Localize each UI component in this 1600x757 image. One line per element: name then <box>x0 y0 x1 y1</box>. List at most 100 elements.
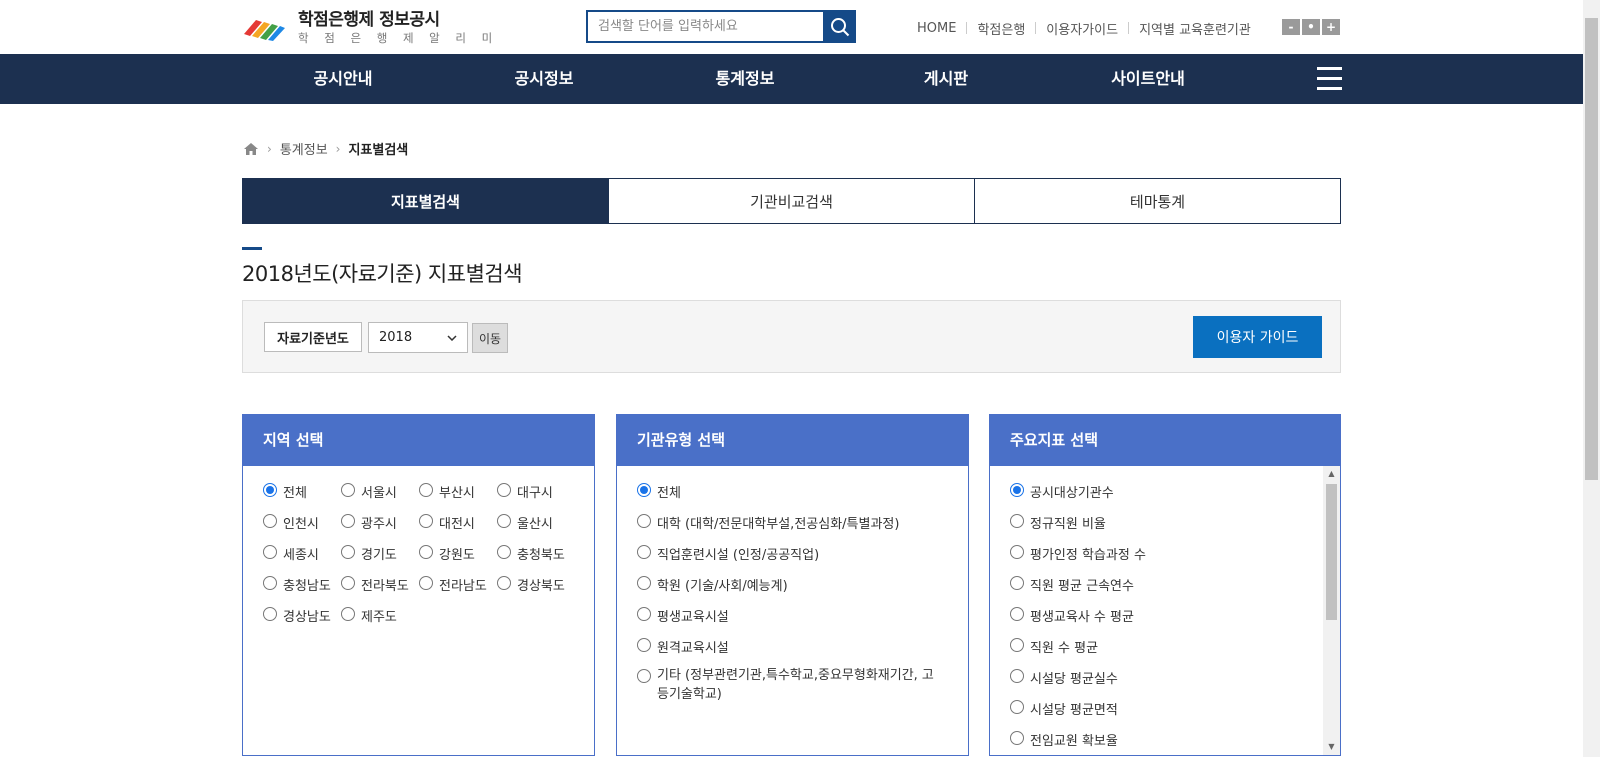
institution-type-option[interactable]: 대학 (대학/전문대학부설,전공심화/특별과정) <box>637 513 899 532</box>
region-option[interactable]: 부산시 <box>419 482 475 501</box>
radio-button[interactable] <box>341 576 355 590</box>
radio-button[interactable] <box>1010 700 1024 714</box>
zoom-in-button[interactable]: + <box>1322 19 1340 35</box>
region-option[interactable]: 광주시 <box>341 513 397 532</box>
go-button[interactable]: 이동 <box>472 323 508 353</box>
region-option[interactable]: 강원도 <box>419 544 475 563</box>
radio-button[interactable] <box>263 483 277 497</box>
radio-button[interactable] <box>637 669 651 683</box>
nav-item-statistics[interactable]: 통계정보 <box>716 54 775 104</box>
radio-button[interactable] <box>637 514 651 528</box>
option-label: 부산시 <box>439 486 475 501</box>
search-input[interactable] <box>586 10 823 43</box>
site-logo[interactable]: 학점은행제 정보공시 학 점 은 행 제 알 리 미 <box>242 10 542 46</box>
option-label: 대전시 <box>439 517 475 532</box>
radio-button[interactable] <box>637 607 651 621</box>
radio-button[interactable] <box>497 576 511 590</box>
radio-button[interactable] <box>497 483 511 497</box>
tab-theme-statistics[interactable]: 테마통계 <box>975 178 1341 224</box>
radio-button[interactable] <box>1010 576 1024 590</box>
year-select[interactable]: 2018 <box>368 322 468 353</box>
tab-indicator-search[interactable]: 지표별검색 <box>242 178 609 224</box>
breadcrumb-statistics[interactable]: 통계정보 <box>280 139 328 158</box>
radio-button[interactable] <box>637 483 651 497</box>
radio-button[interactable] <box>419 514 433 528</box>
indicator-option[interactable]: 시설당 평균실수 <box>1010 668 1118 687</box>
radio-button[interactable] <box>497 514 511 528</box>
nav-item-notice-guide[interactable]: 공시안내 <box>314 54 373 104</box>
page-scrollbar-thumb[interactable] <box>1585 18 1598 480</box>
radio-button[interactable] <box>637 576 651 590</box>
zoom-out-button[interactable]: - <box>1282 19 1300 35</box>
radio-button[interactable] <box>263 545 277 559</box>
region-option[interactable]: 세종시 <box>263 544 319 563</box>
top-link-user-guide[interactable]: 이용자가이드 <box>1046 19 1118 38</box>
radio-button[interactable] <box>1010 483 1024 497</box>
zoom-reset-button[interactable]: • <box>1302 19 1320 35</box>
indicator-option[interactable]: 평가인정 학습과정 수 <box>1010 544 1146 563</box>
nav-item-site-guide[interactable]: 사이트안내 <box>1111 54 1185 104</box>
menu-icon[interactable] <box>1317 67 1342 91</box>
radio-button[interactable] <box>1010 514 1024 528</box>
region-option[interactable]: 경상북도 <box>497 575 565 594</box>
radio-button[interactable] <box>341 483 355 497</box>
institution-type-option[interactable]: 직업훈련시설 (인정/공공직업) <box>637 544 819 563</box>
nav-item-board[interactable]: 게시판 <box>924 54 968 104</box>
radio-button[interactable] <box>341 514 355 528</box>
top-link-regional-institutions[interactable]: 지역별 교육훈련기관 <box>1139 19 1251 38</box>
radio-button[interactable] <box>1010 545 1024 559</box>
institution-type-option[interactable]: 학원 (기술/사회/예능계) <box>637 575 788 594</box>
indicator-option[interactable]: 정규직원 비율 <box>1010 513 1106 532</box>
radio-button[interactable] <box>637 545 651 559</box>
home-icon[interactable] <box>243 142 259 156</box>
region-option[interactable]: 경상남도 <box>263 606 331 625</box>
radio-button[interactable] <box>263 576 277 590</box>
indicator-option[interactable]: 공시대상기관수 <box>1010 482 1114 501</box>
search-button[interactable] <box>823 10 856 43</box>
radio-button[interactable] <box>263 514 277 528</box>
institution-type-option[interactable]: 원격교육시설 <box>637 637 729 656</box>
radio-button[interactable] <box>419 483 433 497</box>
nav-item-disclosure-info[interactable]: 공시정보 <box>515 54 574 104</box>
radio-button[interactable] <box>341 545 355 559</box>
tab-institution-compare[interactable]: 기관비교검색 <box>609 178 975 224</box>
radio-button[interactable] <box>263 607 277 621</box>
radio-button[interactable] <box>1010 638 1024 652</box>
radio-button[interactable] <box>419 545 433 559</box>
scroll-down-icon[interactable]: ▼ <box>1323 739 1340 755</box>
radio-button[interactable] <box>1010 731 1024 745</box>
indicator-option[interactable]: 평생교육사 수 평균 <box>1010 606 1134 625</box>
scrollbar-thumb[interactable] <box>1326 484 1337 620</box>
institution-type-option[interactable]: 기타 (정부관련기관,특수학교,중요무형화재기간, 고등기술학교) <box>637 668 937 704</box>
page-scrollbar[interactable] <box>1583 0 1600 757</box>
user-guide-button[interactable]: 이용자 가이드 <box>1193 316 1322 358</box>
radio-button[interactable] <box>419 576 433 590</box>
institution-type-option[interactable]: 전체 <box>637 482 681 501</box>
radio-button[interactable] <box>637 638 651 652</box>
region-option[interactable]: 전라남도 <box>419 575 487 594</box>
top-link-home[interactable]: HOME <box>917 21 956 36</box>
region-option[interactable]: 대구시 <box>497 482 553 501</box>
region-option[interactable]: 전체 <box>263 482 307 501</box>
radio-button[interactable] <box>341 607 355 621</box>
region-option[interactable]: 인천시 <box>263 513 319 532</box>
region-option[interactable]: 제주도 <box>341 606 397 625</box>
region-option[interactable]: 충청남도 <box>263 575 331 594</box>
radio-button[interactable] <box>1010 669 1024 683</box>
radio-button[interactable] <box>497 545 511 559</box>
top-link-credit-bank[interactable]: 학점은행 <box>977 19 1025 38</box>
institution-type-option[interactable]: 평생교육시설 <box>637 606 729 625</box>
indicator-scrollbar[interactable]: ▲ ▼ <box>1323 466 1340 755</box>
radio-button[interactable] <box>1010 607 1024 621</box>
region-option[interactable]: 경기도 <box>341 544 397 563</box>
region-option[interactable]: 울산시 <box>497 513 553 532</box>
indicator-option[interactable]: 시설당 평균면적 <box>1010 699 1118 718</box>
region-option[interactable]: 서울시 <box>341 482 397 501</box>
region-option[interactable]: 충청북도 <box>497 544 565 563</box>
region-option[interactable]: 대전시 <box>419 513 475 532</box>
indicator-option[interactable]: 전임교원 확보율 <box>1010 730 1118 749</box>
region-option[interactable]: 전라북도 <box>341 575 409 594</box>
indicator-option[interactable]: 직원 평균 근속연수 <box>1010 575 1134 594</box>
scroll-up-icon[interactable]: ▲ <box>1323 466 1340 482</box>
indicator-option[interactable]: 직원 수 평균 <box>1010 637 1098 656</box>
